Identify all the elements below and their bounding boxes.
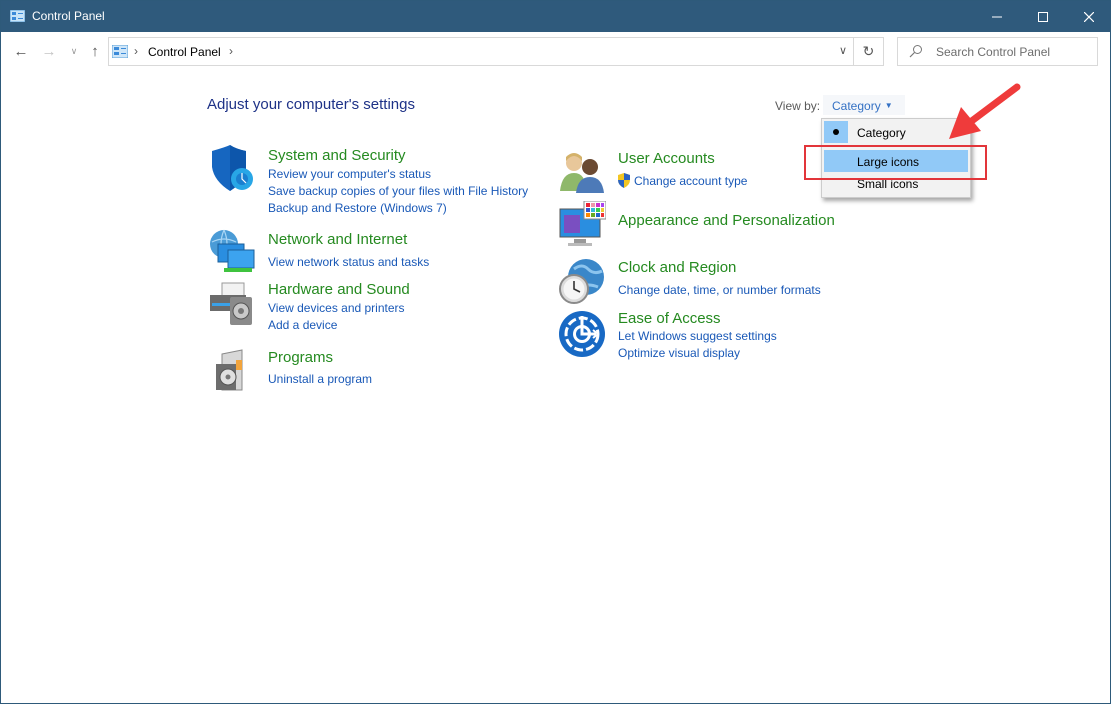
page-heading: Adjust your computer's settings: [207, 96, 415, 113]
category-title[interactable]: Hardware and Sound: [268, 281, 410, 298]
link-devices-printers[interactable]: View devices and printers: [268, 301, 405, 315]
window-title: Control Panel: [32, 9, 105, 23]
link-add-device[interactable]: Add a device: [268, 318, 337, 332]
maximize-button[interactable]: [1020, 1, 1066, 32]
address-dropdown-icon[interactable]: ∨: [839, 44, 847, 57]
back-button[interactable]: ←: [11, 41, 31, 61]
monitor-palette-icon[interactable]: [558, 201, 606, 249]
refresh-icon: ↻: [862, 43, 875, 59]
navigation-bar: ← → ∨ ↑ › Control Panel › ∨ ↻: [1, 32, 1110, 72]
link-network-status[interactable]: View network status and tasks: [268, 255, 429, 269]
category-title[interactable]: Appearance and Personalization: [618, 212, 835, 229]
link-optimize-visual-display[interactable]: Optimize visual display: [618, 346, 740, 360]
breadcrumb-separator-icon[interactable]: ›: [229, 44, 233, 58]
up-button[interactable]: ↑: [85, 41, 105, 61]
view-by-dropdown[interactable]: Category ▼: [823, 95, 905, 115]
control-panel-icon: [112, 45, 128, 58]
menu-item-label: Category: [857, 126, 906, 140]
view-by-label: View by:: [775, 99, 821, 113]
control-panel-window: Control Panel ← → ∨ ↑ › Control Panel ›: [0, 0, 1111, 704]
control-panel-app-icon: [10, 10, 25, 22]
arrow-up-icon: ↑: [91, 42, 99, 60]
search-box[interactable]: [897, 37, 1098, 66]
minimize-icon: [992, 16, 1002, 17]
programs-icon[interactable]: [208, 346, 256, 394]
arrow-right-icon: →: [41, 42, 57, 60]
radio-bullet-icon: [833, 129, 839, 135]
breadcrumb-control-panel[interactable]: Control Panel: [148, 45, 221, 59]
link-windows-suggest-settings[interactable]: Let Windows suggest settings: [618, 329, 777, 343]
recent-locations-button[interactable]: ∨: [64, 41, 84, 61]
category-title[interactable]: Programs: [268, 349, 333, 366]
breadcrumb-separator-icon[interactable]: ›: [134, 44, 138, 58]
view-by-value: Category: [832, 99, 881, 113]
close-icon: [1084, 11, 1094, 22]
link-backup-restore[interactable]: Backup and Restore (Windows 7): [268, 201, 447, 215]
annotation-highlight-box: [804, 145, 987, 180]
forward-button[interactable]: →: [39, 41, 59, 61]
category-title[interactable]: Network and Internet: [268, 231, 407, 248]
ease-of-access-icon[interactable]: [558, 310, 606, 358]
users-icon[interactable]: [558, 149, 606, 197]
shield-icon[interactable]: [208, 145, 256, 193]
chevron-down-icon: ∨: [70, 45, 78, 56]
link-uninstall-program[interactable]: Uninstall a program: [268, 372, 372, 386]
link-date-time-formats[interactable]: Change date, time, or number formats: [618, 283, 821, 297]
search-input[interactable]: [936, 43, 1091, 61]
close-button[interactable]: [1066, 1, 1111, 32]
minimize-button[interactable]: [974, 1, 1020, 32]
printer-icon[interactable]: [208, 279, 256, 327]
maximize-icon: [1038, 11, 1048, 22]
network-icon[interactable]: [208, 228, 256, 276]
link-change-account-type[interactable]: Change account type: [634, 174, 747, 188]
refresh-button[interactable]: ↻: [854, 37, 884, 66]
uac-shield-icon: [618, 173, 630, 188]
address-bar[interactable]: › Control Panel › ∨: [108, 37, 854, 66]
annotation-arrow-icon: [949, 83, 1021, 139]
arrow-left-icon: ←: [13, 42, 29, 60]
title-bar[interactable]: Control Panel: [1, 1, 1110, 32]
globe-clock-icon[interactable]: [558, 257, 606, 305]
caret-down-icon: ▼: [884, 101, 893, 110]
category-title[interactable]: User Accounts: [618, 150, 715, 167]
search-icon: [909, 45, 922, 58]
link-file-history[interactable]: Save backup copies of your files with Fi…: [268, 184, 528, 198]
category-title[interactable]: Ease of Access: [618, 310, 721, 327]
link-review-status[interactable]: Review your computer's status: [268, 167, 431, 181]
category-title[interactable]: Clock and Region: [618, 259, 736, 276]
category-title[interactable]: System and Security: [268, 147, 406, 164]
